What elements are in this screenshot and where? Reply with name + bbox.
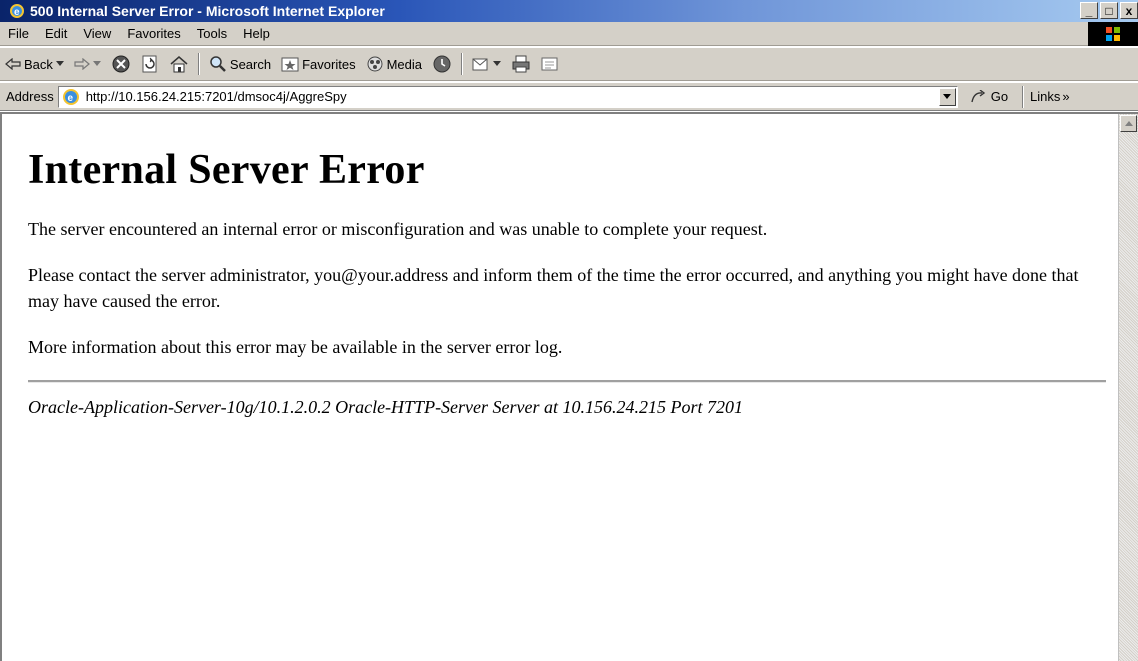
refresh-icon xyxy=(141,55,159,73)
title-bar[interactable]: e 500 Internal Server Error - Microsoft … xyxy=(0,0,1138,22)
forward-arrow-icon xyxy=(74,58,90,70)
toolbar-separator xyxy=(197,53,200,75)
standard-toolbar: Back Search Favorites Media xyxy=(0,47,1138,81)
toolbar-separator xyxy=(461,53,463,75)
page-title: Internal Server Error xyxy=(28,147,425,193)
refresh-button[interactable] xyxy=(136,51,164,77)
error-description: The server encountered an internal error… xyxy=(28,219,768,239)
media-label: Media xyxy=(386,56,422,72)
chevron-down-icon[interactable] xyxy=(55,61,64,67)
favorites-button[interactable]: Favorites xyxy=(276,51,360,77)
menu-tools[interactable]: Tools xyxy=(189,26,235,41)
links-separator xyxy=(1022,85,1025,108)
address-label: Address xyxy=(6,89,54,104)
scroll-up-arrow-icon xyxy=(1124,121,1133,126)
page-content: Internal Server Error The server encount… xyxy=(28,140,1108,418)
svg-text:e: e xyxy=(14,7,20,18)
windows-flag-icon xyxy=(1088,22,1138,46)
address-url: http://10.156.24.215:7201/dmsoc4j/AggreS… xyxy=(85,89,347,104)
home-icon xyxy=(169,55,189,73)
search-label: Search xyxy=(229,56,272,72)
back-button[interactable]: Back xyxy=(0,51,69,77)
links-label: Links xyxy=(1030,89,1061,104)
address-dropdown-button[interactable] xyxy=(938,87,956,106)
history-icon xyxy=(432,54,452,74)
menu-bar: File Edit View Favorites Tools Help xyxy=(0,22,1138,46)
go-arrow-icon xyxy=(970,89,988,104)
address-bar: Address e http://10.156.24.215:7201/dmso… xyxy=(0,82,1138,111)
favorites-label: Favorites xyxy=(302,56,356,72)
go-button[interactable]: Go xyxy=(970,89,1008,104)
divider xyxy=(28,380,1106,383)
ie-page-icon: e xyxy=(62,88,80,106)
error-log-note: More information about this error may be… xyxy=(28,337,563,357)
maximize-button[interactable]: □ xyxy=(1100,2,1118,19)
menu-edit[interactable]: Edit xyxy=(37,26,75,41)
back-label: Back xyxy=(24,56,53,72)
mail-icon xyxy=(472,56,490,72)
back-arrow-icon xyxy=(5,58,21,70)
menu-help[interactable]: Help xyxy=(235,26,278,41)
stop-icon xyxy=(111,54,131,74)
go-label: Go xyxy=(990,89,1009,104)
svg-text:e: e xyxy=(67,93,73,104)
print-button[interactable] xyxy=(506,51,536,77)
links-chevron-icon: » xyxy=(1062,89,1070,104)
media-button[interactable]: Media xyxy=(361,51,427,77)
favorites-icon xyxy=(281,56,299,72)
window-controls: _ □ x xyxy=(1080,2,1138,19)
close-button[interactable]: x xyxy=(1120,2,1138,19)
menu-favorites[interactable]: Favorites xyxy=(119,26,188,41)
address-input[interactable]: e http://10.156.24.215:7201/dmsoc4j/Aggr… xyxy=(57,85,958,108)
links-button[interactable]: Links » xyxy=(1030,89,1070,104)
browser-viewport[interactable]: Internal Server Error The server encount… xyxy=(0,112,1138,661)
media-icon xyxy=(366,55,384,73)
chevron-down-icon[interactable] xyxy=(493,61,501,67)
vertical-scrollbar[interactable] xyxy=(1118,114,1138,661)
chevron-down-icon[interactable] xyxy=(92,61,101,67)
contact-instructions: Please contact the server administrator,… xyxy=(28,265,1079,311)
menu-file[interactable]: File xyxy=(0,26,37,41)
menu-view[interactable]: View xyxy=(75,26,119,41)
mail-button[interactable] xyxy=(467,51,506,77)
search-icon xyxy=(209,55,227,73)
ie-logo-icon: e xyxy=(8,2,26,20)
scroll-up-button[interactable] xyxy=(1120,115,1137,132)
forward-button[interactable] xyxy=(69,51,106,77)
search-button[interactable]: Search xyxy=(204,51,276,77)
minimize-button[interactable]: _ xyxy=(1080,2,1098,19)
home-button[interactable] xyxy=(164,51,194,77)
server-signature: Oracle-Application-Server-10g/10.1.2.0.2… xyxy=(28,397,744,417)
edit-icon xyxy=(541,56,559,72)
print-icon xyxy=(511,55,531,73)
history-button[interactable] xyxy=(427,51,457,77)
edit-button[interactable] xyxy=(536,51,564,77)
window-title: 500 Internal Server Error - Microsoft In… xyxy=(30,3,385,19)
stop-button[interactable] xyxy=(106,51,136,77)
dropdown-arrow-icon xyxy=(943,94,952,99)
